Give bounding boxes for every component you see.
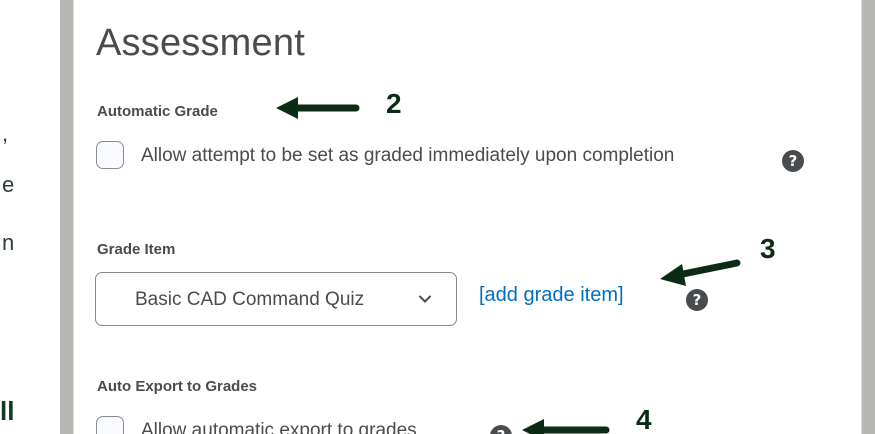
frame-border-left bbox=[60, 0, 73, 434]
grade-item-select[interactable]: Basic CAD Command Quiz bbox=[95, 272, 457, 326]
page-title: Assessment bbox=[96, 22, 305, 64]
auto-export-checkbox-label: Allow automatic export to grades bbox=[141, 420, 417, 434]
left-text-fragment: , bbox=[2, 121, 9, 146]
chevron-down-icon bbox=[419, 295, 431, 303]
annotation-number: 2 bbox=[386, 88, 402, 119]
question-circle-icon[interactable]: ? bbox=[782, 150, 804, 172]
left-text-fragment: n bbox=[2, 230, 15, 255]
grade-item-selected-value: Basic CAD Command Quiz bbox=[135, 289, 365, 310]
annotation-number: 4 bbox=[636, 404, 652, 434]
left-text-fragment: ll bbox=[0, 396, 15, 426]
automatic-grade-label: Automatic Grade bbox=[97, 103, 218, 120]
frame-border-right bbox=[862, 0, 875, 434]
question-circle-icon[interactable]: ? bbox=[686, 289, 708, 311]
assessment-panel bbox=[73, 0, 862, 434]
screenshot-stage: , e n ll Assessment Automatic Grade Allo… bbox=[0, 0, 875, 434]
auto-export-checkbox[interactable] bbox=[96, 416, 124, 434]
automatic-grade-checkbox-label: Allow attempt to be set as graded immedi… bbox=[141, 145, 675, 166]
annotation-number: 3 bbox=[760, 233, 776, 264]
auto-export-label: Auto Export to Grades bbox=[97, 378, 258, 395]
left-text-fragment: e bbox=[2, 172, 15, 197]
automatic-grade-checkbox[interactable] bbox=[96, 141, 124, 169]
add-grade-item-link[interactable]: [add grade item] bbox=[479, 284, 624, 307]
grade-item-label: Grade Item bbox=[97, 241, 176, 258]
